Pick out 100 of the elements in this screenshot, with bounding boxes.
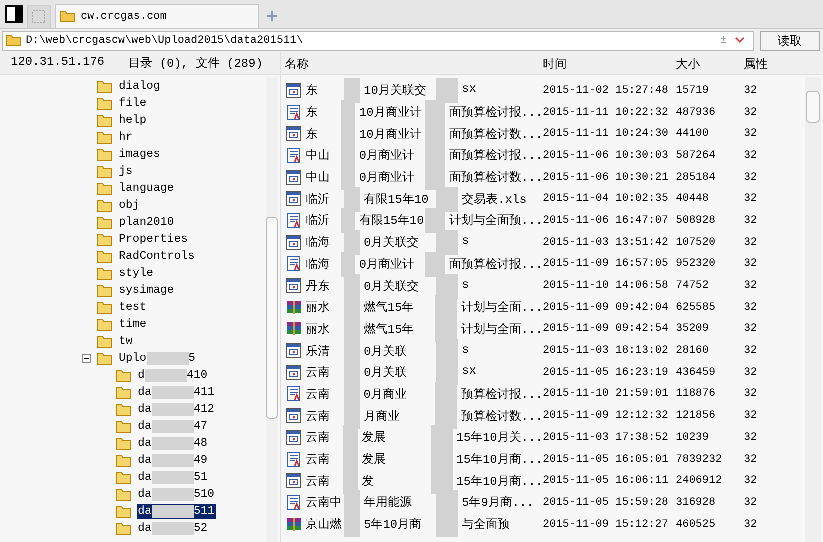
read-button[interactable]: 读取 xyxy=(760,30,820,50)
file-size: 508928 xyxy=(676,214,717,227)
folder-name[interactable]: obj xyxy=(118,198,141,213)
spreadsheet-file-icon xyxy=(286,408,302,424)
folder-name[interactable]: da 412 xyxy=(137,402,216,417)
document-file-icon xyxy=(286,104,302,121)
file-size: 40448 xyxy=(676,193,710,206)
folder-name[interactable]: hr xyxy=(118,130,134,145)
file-size: 587264 xyxy=(676,150,717,162)
folder-icon xyxy=(97,130,113,144)
folder-name[interactable]: images xyxy=(118,147,162,162)
folder-name[interactable]: da 511 xyxy=(137,504,216,519)
folder-icon xyxy=(116,436,132,450)
file-size: 74752 xyxy=(676,280,710,292)
file-attribute: 32 xyxy=(744,454,758,466)
file-attribute: 32 xyxy=(744,518,758,531)
folder-name[interactable]: Uplo 5 xyxy=(118,351,197,366)
file-size: 10239 xyxy=(676,432,710,444)
file-attribute: 32 xyxy=(744,475,758,488)
folder-icon xyxy=(97,80,113,94)
column-header[interactable]: 时间 xyxy=(543,56,567,73)
tab[interactable]: cw.crcgas.com xyxy=(55,4,259,28)
file-size: 107520 xyxy=(676,236,717,249)
folder-name[interactable]: file xyxy=(118,96,148,111)
file-attribute: 32 xyxy=(744,193,758,206)
folder-name[interactable]: da 411 xyxy=(137,385,216,400)
folder-icon xyxy=(97,318,113,332)
folder-icon xyxy=(116,368,132,382)
spreadsheet-file-icon xyxy=(286,343,302,360)
folder-icon xyxy=(97,352,113,366)
file-size: 436459 xyxy=(676,366,717,379)
archive-file-icon xyxy=(286,321,302,338)
modified-time: 2015-11-04 10:02:35 xyxy=(543,193,670,206)
file-size: 487936 xyxy=(676,106,717,119)
path-field[interactable]: D:\web\crcgascw\web\Upload2015\data201511\ ± xyxy=(2,30,754,50)
folder-icon xyxy=(97,182,113,196)
spreadsheet-file-icon xyxy=(286,126,302,142)
file-attribute: 32 xyxy=(744,323,758,336)
column-header[interactable]: 名称 xyxy=(285,56,309,73)
spreadsheet-file-icon xyxy=(286,473,302,490)
file-attribute: 32 xyxy=(744,366,758,379)
folder-icon xyxy=(97,232,113,246)
modified-time: 2015-11-09 09:42:04 xyxy=(543,302,670,314)
item-counts: 目录 (0), 文件 (289) xyxy=(128,56,264,72)
collapse-icon[interactable] xyxy=(82,354,91,363)
file-attribute: 32 xyxy=(744,258,758,270)
modified-time: 2015-11-09 12:12:32 xyxy=(543,410,670,422)
modified-time: 2015-11-09 16:57:05 xyxy=(543,258,670,270)
folder-name[interactable]: test xyxy=(118,300,148,315)
document-file-icon xyxy=(286,212,302,229)
folder-name[interactable]: js xyxy=(118,164,134,179)
folder-name[interactable]: help xyxy=(118,113,148,128)
document-file-icon xyxy=(286,256,302,272)
file-attribute: 32 xyxy=(744,172,758,184)
folder-name[interactable]: sysimage xyxy=(118,283,176,298)
folder-icon xyxy=(116,386,132,400)
folder-icon xyxy=(116,522,132,536)
file-attribute: 32 xyxy=(744,302,758,314)
new-tab-icon[interactable] xyxy=(267,11,277,21)
folder-name[interactable]: style xyxy=(118,266,155,281)
folder-name[interactable]: da 510 xyxy=(137,487,216,502)
modified-time: 2015-11-11 10:22:32 xyxy=(543,106,670,119)
folder-name[interactable]: language xyxy=(118,181,176,196)
modified-time: 2015-11-03 13:51:42 xyxy=(543,236,670,249)
scrollbar[interactable] xyxy=(266,77,278,542)
file-size: 44100 xyxy=(676,128,710,140)
modified-time: 2015-11-09 09:42:54 xyxy=(543,323,670,336)
folder-icon xyxy=(97,164,113,178)
folder-name[interactable]: tw xyxy=(118,334,134,349)
folder-icon xyxy=(97,216,113,230)
document-file-icon xyxy=(286,494,302,511)
modified-time: 2015-11-06 10:30:03 xyxy=(543,150,670,162)
file-attribute: 32 xyxy=(744,345,758,358)
column-header[interactable]: 属性 xyxy=(744,56,768,73)
spreadsheet-file-icon xyxy=(286,170,302,186)
sidebar-toggle-icon[interactable] xyxy=(5,5,23,23)
folder-name[interactable]: plan2010 xyxy=(118,215,176,230)
modified-time: 2015-11-03 17:38:52 xyxy=(543,432,670,444)
document-file-icon xyxy=(286,148,302,164)
file-size: 625585 xyxy=(676,302,717,314)
modified-time: 2015-11-02 15:27:48 xyxy=(543,84,670,97)
file-size: 121856 xyxy=(676,410,717,422)
file-attribute: 32 xyxy=(744,410,758,422)
modified-time: 2015-11-10 14:06:58 xyxy=(543,280,670,292)
file-size: 118876 xyxy=(676,388,717,400)
dropdown-caret-icon[interactable] xyxy=(735,37,745,44)
file-attribute: 32 xyxy=(744,106,758,119)
modified-time: 2015-11-11 10:24:30 xyxy=(543,128,670,140)
file-size: 316928 xyxy=(676,496,717,509)
folder-name[interactable]: time xyxy=(118,317,148,332)
spreadsheet-file-icon xyxy=(286,278,302,294)
folder-name[interactable]: Properties xyxy=(118,232,190,247)
column-header[interactable]: 大小 xyxy=(676,56,700,73)
folder-name[interactable]: RadControls xyxy=(118,249,196,264)
file-size: 952320 xyxy=(676,258,717,270)
scrollbar[interactable] xyxy=(805,77,821,542)
host-address: 120.31.51.176 xyxy=(11,54,105,70)
folder-name[interactable]: dialog xyxy=(118,79,162,94)
folder-icon xyxy=(97,300,113,314)
file-attribute: 32 xyxy=(744,388,758,400)
